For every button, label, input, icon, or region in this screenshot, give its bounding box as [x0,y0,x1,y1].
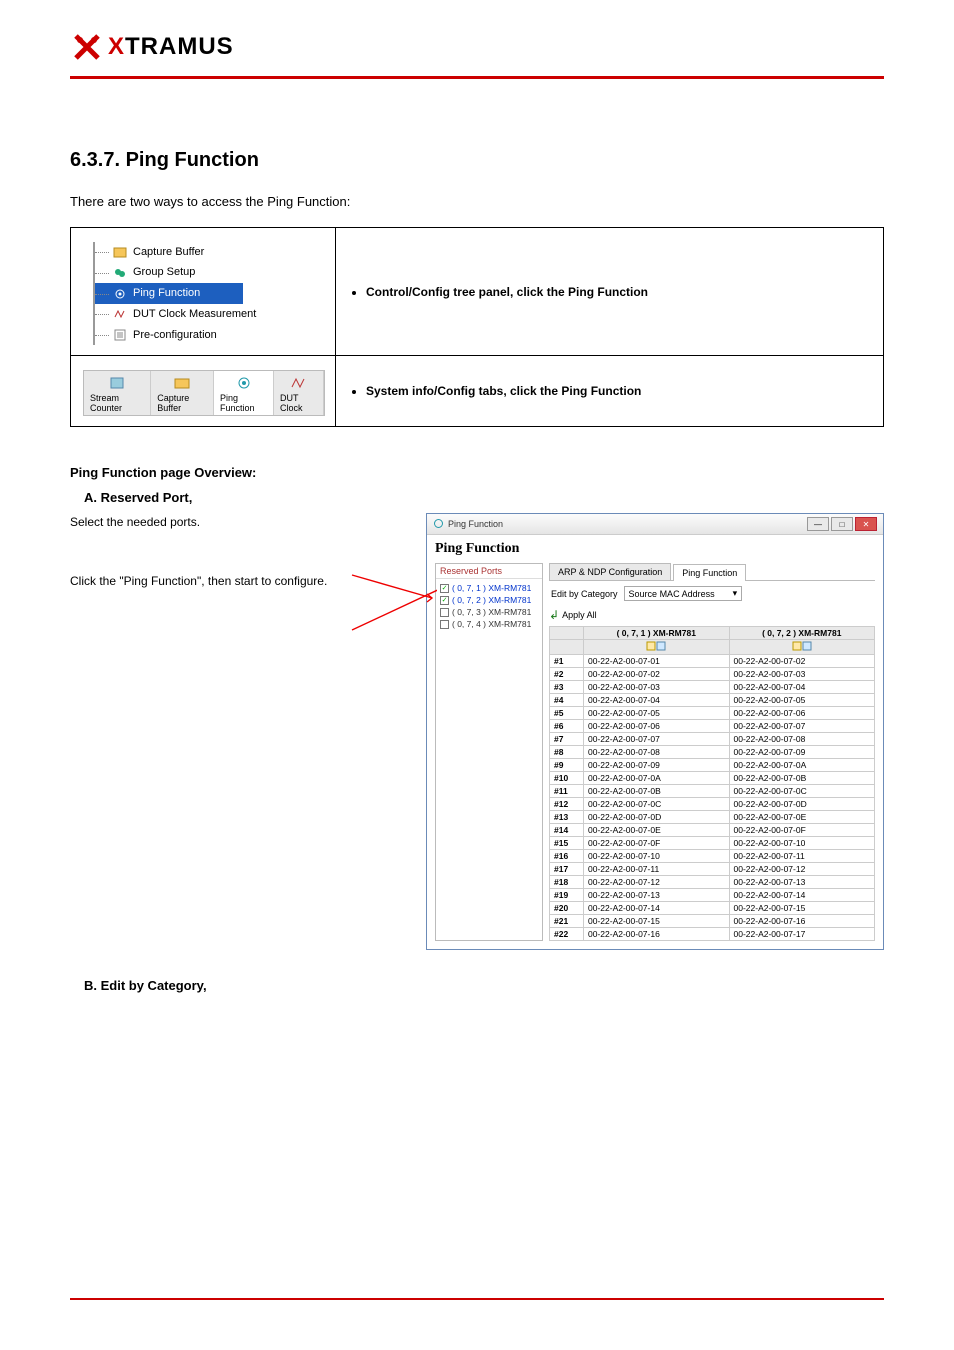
access-row-2: Stream Counter Capture Buffer Ping Funct… [70,356,884,427]
tree-item-dut-clock[interactable]: DUT Clock Measurement [93,304,325,325]
table-row: #100-22-A2-00-07-0100-22-A2-00-07-02 [550,655,875,668]
col-header-1: ( 0, 7, 1 ) XM-RM781 [584,627,730,640]
group-icon [113,266,127,280]
table-row: #1900-22-A2-00-07-1300-22-A2-00-07-14 [550,889,875,902]
tab-arp-ndp[interactable]: ARP & NDP Configuration [549,563,671,580]
item-a: A. Reserved Port, [84,490,884,505]
overview-label: Ping Function page Overview: [70,465,884,480]
ping-tab-icon [235,375,253,391]
table-row: #1800-22-A2-00-07-1200-22-A2-00-07-13 [550,876,875,889]
checkbox-icon [440,608,449,617]
mac-table: ( 0, 7, 1 ) XM-RM781( 0, 7, 2 ) XM-RM781… [549,626,875,941]
reserved-port-item[interactable]: ( 0, 7, 4 ) XM-RM781 [440,618,538,630]
para-a2: Click the "Ping Function", then start to… [70,572,408,591]
checkbox-icon: ✓ [440,596,449,605]
tab-dut-clock[interactable]: DUT Clock [274,371,324,415]
access-row-1: Capture Buffer Group Setup Ping Function… [70,227,884,356]
section-title: 6.3.7. Ping Function [70,149,884,172]
tree-item-group-setup[interactable]: Group Setup [93,262,325,283]
folder-icon [113,245,127,259]
counter-icon [108,375,126,391]
access-desc-2: System info/Config tabs, click the Ping … [366,382,869,400]
tree-item-capture-buffer[interactable]: Capture Buffer [93,242,325,263]
tree-panel-snippet: Capture Buffer Group Setup Ping Function… [71,228,336,355]
tab-ping-function[interactable]: Ping Function [214,371,274,415]
close-button[interactable]: ✕ [855,517,877,531]
window-heading: Ping Function [435,541,875,557]
tab-capture-buffer[interactable]: Capture Buffer [151,371,214,415]
logo: XTRAMUS [70,30,884,64]
reserved-port-item[interactable]: ✓( 0, 7, 2 ) XM-RM781 [440,594,538,606]
table-row: #2100-22-A2-00-07-1500-22-A2-00-07-16 [550,915,875,928]
dut-clock-icon [290,375,308,391]
table-row: #1300-22-A2-00-07-0D00-22-A2-00-07-0E [550,811,875,824]
table-row: #1600-22-A2-00-07-1000-22-A2-00-07-11 [550,850,875,863]
clock-icon [113,307,127,321]
table-row: #500-22-A2-00-07-0500-22-A2-00-07-06 [550,707,875,720]
tab-bar-snippet: Stream Counter Capture Buffer Ping Funct… [71,356,336,426]
ping-icon [113,287,127,301]
reserved-ports-label: Reserved Ports [436,564,542,579]
edit-category-select[interactable]: Source MAC Address ▾ [624,586,743,601]
table-row: #2200-22-A2-00-07-1600-22-A2-00-07-17 [550,928,875,941]
tab-ping-function-inner[interactable]: Ping Function [673,564,746,581]
reserved-ports-panel: Reserved Ports ✓( 0, 7, 1 ) XM-RM781✓( 0… [435,563,543,941]
tab-stream-counter[interactable]: Stream Counter [84,371,151,415]
access-desc-1: Control/Config tree panel, click the Pin… [366,283,869,301]
apply-all-label[interactable]: Apply All [562,610,597,620]
checkbox-icon [440,620,449,629]
table-row: #200-22-A2-00-07-0200-22-A2-00-07-03 [550,668,875,681]
col-icon-2[interactable] [729,640,875,655]
page-header: XTRAMUS [0,0,954,72]
table-row: #400-22-A2-00-07-0400-22-A2-00-07-05 [550,694,875,707]
logo-text: XTRAMUS [108,33,234,61]
intro-text: There are two ways to access the Ping Fu… [70,192,884,213]
ping-title-icon [433,518,444,531]
col-icon-1[interactable] [584,640,730,655]
table-row: #1100-22-A2-00-07-0B00-22-A2-00-07-0C [550,785,875,798]
config-icon [113,328,127,342]
buffer-icon [173,375,191,391]
window-titlebar: Ping Function — □ ✕ [427,514,883,535]
table-row: #1400-22-A2-00-07-0E00-22-A2-00-07-0F [550,824,875,837]
table-row: #1200-22-A2-00-07-0C00-22-A2-00-07-0D [550,798,875,811]
table-row: #300-22-A2-00-07-0300-22-A2-00-07-04 [550,681,875,694]
table-row: #700-22-A2-00-07-0700-22-A2-00-07-08 [550,733,875,746]
table-row: #1000-22-A2-00-07-0A00-22-A2-00-07-0B [550,772,875,785]
table-row: #800-22-A2-00-07-0800-22-A2-00-07-09 [550,746,875,759]
para-a1: Select the needed ports. [70,513,408,532]
logo-mark-icon [70,30,104,64]
table-row: #2000-22-A2-00-07-1400-22-A2-00-07-15 [550,902,875,915]
chevron-down-icon: ▾ [733,588,738,599]
checkbox-icon: ✓ [440,584,449,593]
maximize-button[interactable]: □ [831,517,853,531]
apply-arrow-icon: ↲ [549,608,559,622]
footer-divider [70,1298,884,1300]
tree-item-ping-function[interactable]: Ping Function [93,283,243,304]
table-row: #900-22-A2-00-07-0900-22-A2-00-07-0A [550,759,875,772]
ping-window: Ping Function — □ ✕ Ping Function Reserv… [426,513,884,950]
table-row: #600-22-A2-00-07-0600-22-A2-00-07-07 [550,720,875,733]
window-title-text: Ping Function [448,519,503,529]
minimize-button[interactable]: — [807,517,829,531]
item-b: B. Edit by Category, [84,978,884,993]
tree-item-pre-config[interactable]: Pre-configuration [93,325,325,346]
table-row: #1700-22-A2-00-07-1100-22-A2-00-07-12 [550,863,875,876]
edit-category-label: Edit by Category [551,589,618,599]
col-header-2: ( 0, 7, 2 ) XM-RM781 [729,627,875,640]
table-row: #1500-22-A2-00-07-0F00-22-A2-00-07-10 [550,837,875,850]
reserved-port-item[interactable]: ✓( 0, 7, 1 ) XM-RM781 [440,582,538,594]
reserved-port-item[interactable]: ( 0, 7, 3 ) XM-RM781 [440,606,538,618]
